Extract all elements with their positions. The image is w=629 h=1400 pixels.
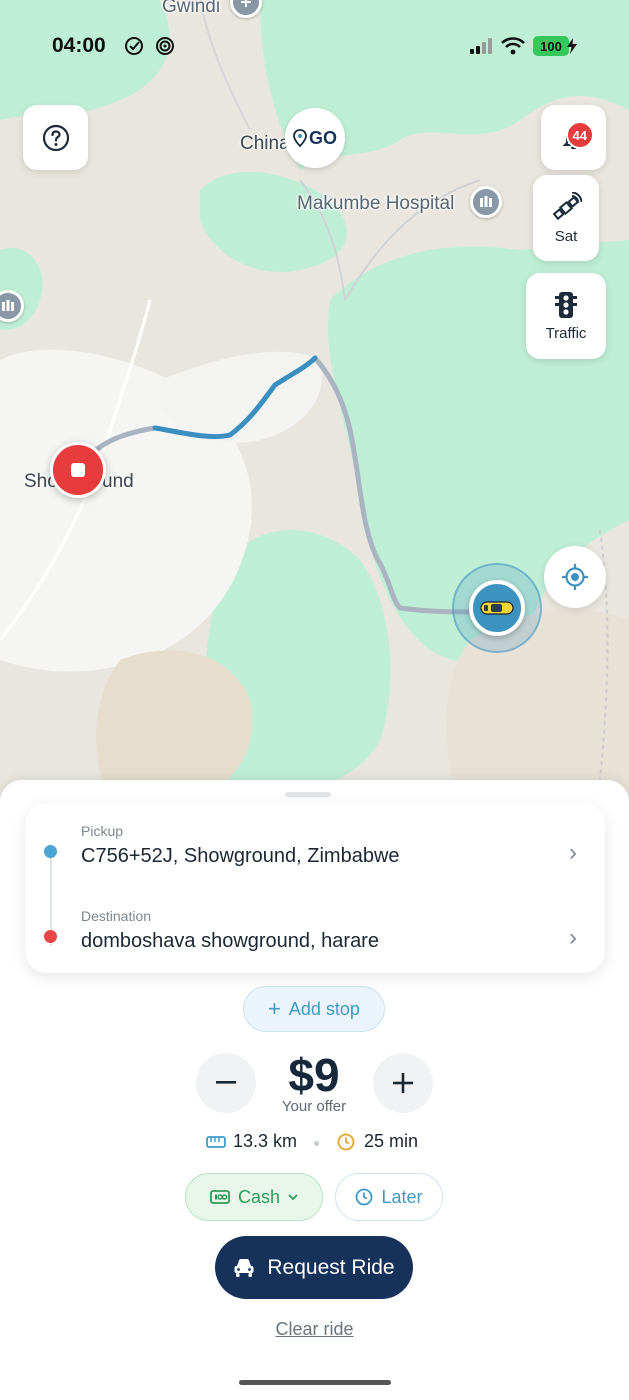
ruler-icon	[206, 1136, 226, 1148]
decrease-offer-button[interactable]	[196, 1053, 256, 1113]
radar-icon	[156, 37, 174, 55]
destination-chevron-right-icon: ›	[569, 924, 577, 951]
clock-icon	[337, 1133, 355, 1151]
destination-address: domboshava showground, harare	[81, 930, 379, 952]
satellite-icon	[552, 191, 582, 220]
traffic-label: Traffic	[545, 324, 587, 342]
route-card: Pickup C756+52J, Showground, Zimbabwe › …	[25, 803, 605, 973]
satellite-toggle-button[interactable]: Sat	[533, 175, 599, 261]
cash-icon	[210, 1190, 230, 1204]
minus-icon	[216, 1081, 236, 1084]
request-ride-button[interactable]: Request Ride	[215, 1236, 413, 1299]
clear-ride-link[interactable]: Clear ride	[0, 1319, 629, 1340]
battery-icon: 100	[533, 36, 569, 56]
later-label: Later	[381, 1186, 423, 1207]
charging-bolt-icon	[567, 38, 577, 54]
chevron-down-icon	[288, 1193, 298, 1200]
satellite-label: Sat	[554, 227, 578, 245]
trip-distance: 13.3 km	[233, 1131, 298, 1151]
traffic-toggle-button[interactable]: Traffic	[526, 273, 606, 359]
sheet-drag-handle[interactable]	[285, 792, 331, 797]
wifi-icon	[501, 37, 525, 55]
pickup-address: C756+52J, Showground, Zimbabwe	[81, 845, 400, 867]
check-circle-icon	[125, 37, 143, 55]
pickup-chevron-right-icon: ›	[569, 839, 577, 866]
request-ride-label: Request Ride	[267, 1255, 395, 1279]
plus-icon	[393, 1073, 413, 1093]
pickup-caption: Pickup	[81, 823, 124, 839]
notifications-button[interactable]: 44	[541, 105, 606, 170]
battery-level: 100	[540, 38, 562, 54]
destination-dot	[44, 930, 57, 943]
status-bar: 04:00 100	[0, 30, 629, 64]
map-label-hospital: Makumbe Hospital	[297, 193, 455, 214]
add-stop-label: Add stop	[288, 998, 360, 1019]
stop-icon	[71, 463, 85, 477]
separator-dot	[314, 1141, 319, 1146]
notification-badge: 44	[565, 121, 594, 149]
recenter-button[interactable]	[544, 546, 606, 608]
signal-icon	[470, 38, 492, 54]
home-indicator	[239, 1380, 391, 1385]
map-label-gwindi: Gwindi	[162, 0, 221, 17]
trip-duration: 25 min	[364, 1131, 419, 1151]
trip-info: 13.3 km 25 min	[0, 1130, 629, 1156]
schedule-later-button[interactable]: Later	[335, 1173, 443, 1221]
payment-method-button[interactable]: Cash	[185, 1173, 323, 1221]
location-pin-icon	[293, 129, 307, 147]
car-icon	[234, 1258, 254, 1277]
question-icon	[42, 124, 69, 151]
ride-bottom-sheet: Pickup C756+52J, Showground, Zimbabwe › …	[0, 780, 629, 1400]
crosshair-icon	[562, 564, 588, 590]
destination-marker[interactable]	[50, 442, 106, 498]
clock-icon	[356, 1188, 373, 1206]
add-stop-button[interactable]: + Add stop	[243, 986, 385, 1032]
go-logo-text: GO	[308, 127, 337, 148]
hospital-icon[interactable]	[470, 186, 502, 218]
pickup-row[interactable]: Pickup C756+52J, Showground, Zimbabwe ›	[25, 815, 605, 885]
offer-label: Your offer	[281, 1098, 347, 1115]
driver-marker[interactable]	[469, 580, 525, 636]
status-time: 04:00	[52, 34, 106, 57]
map[interactable]: Gwindi China GO Makumbe Hospital Sho und	[0, 0, 629, 800]
destination-row[interactable]: Destination domboshava showground, harar…	[25, 900, 605, 970]
plus-icon: +	[268, 996, 281, 1021]
map-label-china: China	[240, 133, 290, 154]
car-icon	[480, 601, 514, 615]
traffic-light-icon	[555, 291, 577, 318]
map-label-showground-right: und	[102, 471, 134, 492]
increase-offer-button[interactable]	[373, 1053, 433, 1113]
help-button[interactable]	[23, 105, 88, 170]
pickup-dot	[44, 845, 57, 858]
offer-price: $9	[288, 1049, 340, 1101]
go-app-marker[interactable]: GO	[285, 108, 345, 168]
destination-caption: Destination	[81, 908, 152, 924]
payment-method-label: Cash	[237, 1186, 281, 1207]
